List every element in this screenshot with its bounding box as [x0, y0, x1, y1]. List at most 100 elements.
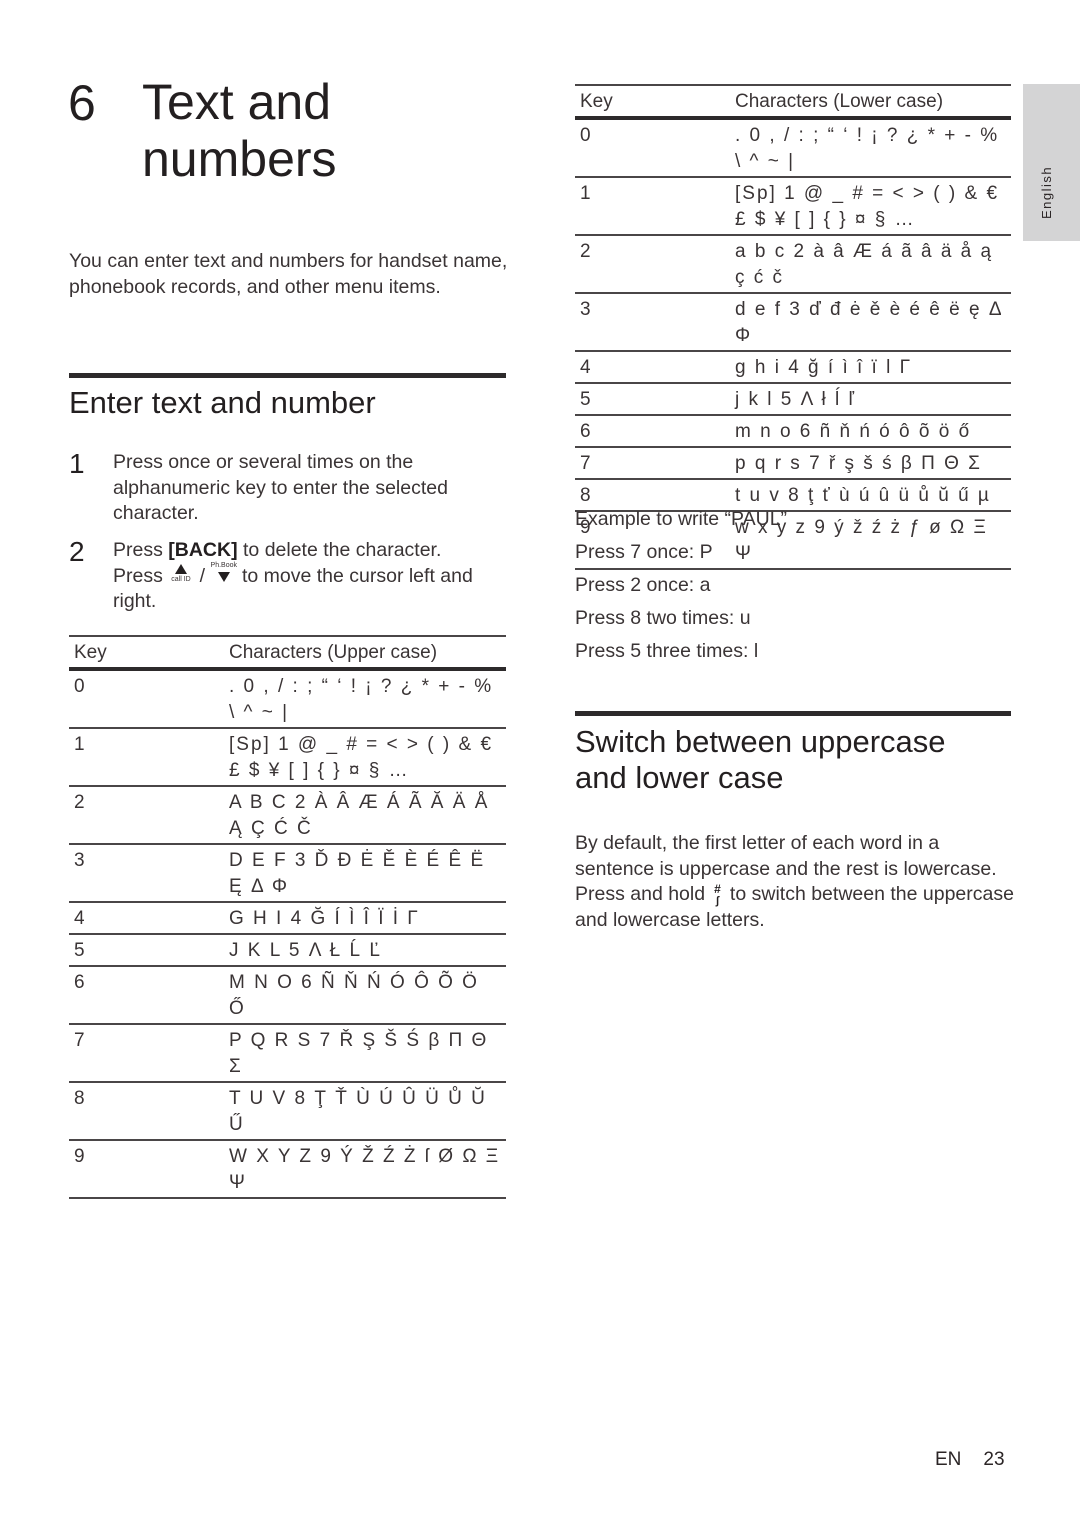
table-row: 0. 0 , / : ; “ ‘ ! ¡ ? ¿ * + - % \ ^ ~ |	[575, 118, 1011, 178]
characters-cell: D E F 3 Ď Đ Ė Ě È É Ê Ë Ę Δ Φ	[224, 844, 506, 903]
table-row: 2A B C 2 À Â Æ Á Ã Ă Ä Å Ą Ç Ć Č	[69, 786, 506, 845]
key-cell: 4	[69, 902, 224, 935]
icon-label: Ph.Book	[210, 561, 237, 569]
up-arrow-call-id-icon: call ID	[168, 563, 194, 584]
section-divider	[575, 711, 1011, 716]
chapter-intro: You can enter text and numbers for hands…	[69, 250, 508, 298]
example-title: Example to write “PAUL”	[575, 508, 788, 530]
step-text-part: to delete the character.	[237, 539, 442, 561]
chapter-title-line-2: numbers	[142, 131, 337, 187]
characters-cell: P Q R S 7 Ř Ş Š Ś β Π Θ Σ	[224, 1024, 506, 1083]
characters-cell: [Sp] 1 @ _ # = < > ( ) & € £ $ ¥ [ ] { }…	[224, 728, 506, 787]
column-header-key: Key	[69, 635, 224, 671]
step-text-part: /	[194, 564, 211, 587]
key-cell: 8	[69, 1082, 224, 1141]
key-cell: 6	[69, 966, 224, 1025]
characters-cell: p q r s 7 ř ş š ś β Π Θ Σ	[730, 447, 1011, 480]
section-title-enter: Enter text and number	[69, 385, 376, 420]
key-cell: 5	[575, 383, 730, 416]
table-row: 7p q r s 7 ř ş š ś β Π Θ Σ	[575, 447, 1011, 480]
chapter-title-line-1: Text and	[142, 74, 332, 130]
table-row: 3D E F 3 Ď Đ Ė Ě È É Ê Ë Ę Δ Φ	[69, 844, 506, 903]
key-cell: 3	[575, 293, 730, 352]
key-cell: 2	[575, 235, 730, 294]
key-cell: 0	[575, 118, 730, 178]
table-row: 3d e f 3 ď đ ė ě è é ê ë ę Δ Φ	[575, 293, 1011, 352]
characters-cell: T U V 8 Ţ Ť Ù Ú Û Ü Ů Ŭ Ű	[224, 1082, 506, 1141]
section-title-line: and lower case	[575, 760, 784, 795]
characters-cell: G H I 4 Ğ Í Ì Î Ï İ Γ	[224, 902, 506, 935]
step-text-part: Press	[113, 564, 169, 587]
lowercase-table: Key Characters (Lower case) 0. 0 , / : ;…	[575, 84, 1011, 570]
key-cell: 1	[69, 728, 224, 787]
key-cell: 1	[575, 177, 730, 236]
column-header-characters: Characters (Upper case)	[224, 635, 506, 671]
characters-cell: J K L 5 Λ Ł Ĺ Ľ	[224, 934, 506, 967]
chapter-title: Text and numbers	[142, 74, 337, 188]
chapter-number: 6	[68, 75, 96, 131]
table-row: 2a b c 2 à â Æ á ã â ä å ą ç ć č	[575, 235, 1011, 294]
back-key-label: [BACK]	[168, 539, 238, 561]
key-cell: 3	[69, 844, 224, 903]
example-line: Press 5 three times: l	[575, 640, 759, 662]
step-text: Press once or several times on the alpha…	[113, 451, 448, 524]
section-divider	[69, 373, 506, 378]
hash-key-icon: # ʃ	[714, 882, 721, 907]
step-1: 1 Press once or several times on the alp…	[69, 450, 509, 527]
step-text-part: Press	[113, 539, 169, 561]
step-2: 2 Press [BACK] to delete the character. …	[69, 538, 509, 615]
characters-cell: . 0 , / : ; “ ‘ ! ¡ ? ¿ * + - % \ ^ ~ |	[224, 669, 506, 729]
characters-cell: A B C 2 À Â Æ Á Ã Ă Ä Å Ą Ç Ć Č	[224, 786, 506, 845]
key-cell: 9	[69, 1140, 224, 1199]
table-row: 9W X Y Z 9 Ý Ž Ź Ż ſ Ø Ω Ξ Ψ	[69, 1140, 506, 1199]
characters-cell: W X Y Z 9 Ý Ž Ź Ż ſ Ø Ω Ξ Ψ	[224, 1140, 506, 1199]
key-cell: 4	[575, 351, 730, 384]
down-arrow-phonebook-icon: Ph.Book	[210, 561, 237, 584]
characters-cell: a b c 2 à â Æ á ã â ä å ą ç ć č	[730, 235, 1011, 294]
step-number: 2	[69, 536, 85, 567]
characters-cell: g h i 4 ğ í ì î ï l Γ	[730, 351, 1011, 384]
table-header-row: Key Characters (Upper case)	[69, 635, 506, 671]
uppercase-table: Key Characters (Upper case) 0. 0 , / : ;…	[69, 635, 506, 1199]
table-header-row: Key Characters (Lower case)	[575, 84, 1011, 120]
footer-language: EN	[935, 1449, 962, 1470]
language-tab: English	[1023, 84, 1080, 241]
page-footer: EN 23	[935, 1449, 1005, 1471]
table-row: 4g h i 4 ğ í ì î ï l Γ	[575, 351, 1011, 384]
characters-cell: . 0 , / : ; “ ‘ ! ¡ ? ¿ * + - % \ ^ ~ |	[730, 118, 1011, 178]
table-row: 5J K L 5 Λ Ł Ĺ Ľ	[69, 934, 506, 967]
characters-cell: [Sp] 1 @ _ # = < > ( ) & € £ $ ¥ [ ] { }…	[730, 177, 1011, 236]
key-cell: 7	[575, 447, 730, 480]
table-row: 7P Q R S 7 Ř Ş Š Ś β Π Θ Σ	[69, 1024, 506, 1083]
example-line: Press 8 two times: u	[575, 607, 751, 629]
table-row: 6m n o 6 ñ ň ń ó ô õ ö ő	[575, 415, 1011, 448]
example-line: Press 2 once: a	[575, 574, 711, 596]
characters-cell: M N O 6 Ñ Ň Ń Ó Ô Õ Ö Ő	[224, 966, 506, 1025]
language-tab-label: English	[1039, 165, 1054, 219]
table-row: 0. 0 , / : ; “ ‘ ! ¡ ? ¿ * + - % \ ^ ~ |	[69, 669, 506, 729]
table-row: 6M N O 6 Ñ Ň Ń Ó Ô Õ Ö Ő	[69, 966, 506, 1025]
column-header-key: Key	[575, 84, 730, 120]
section-title-switch: Switch between uppercase and lower case	[575, 724, 946, 796]
key-cell: 2	[69, 786, 224, 845]
step-text: Press [BACK] to delete the character. Pr…	[113, 538, 509, 615]
column-header-characters: Characters (Lower case)	[730, 84, 1011, 120]
characters-cell: j k l 5 Λ ł ĺ ľ	[730, 383, 1011, 416]
characters-cell: d e f 3 ď đ ė ě è é ê ë ę Δ Φ	[730, 293, 1011, 352]
key-cell: 6	[575, 415, 730, 448]
step-number: 1	[69, 448, 85, 479]
table-row: 8T U V 8 Ţ Ť Ù Ú Û Ü Ů Ŭ Ű	[69, 1082, 506, 1141]
key-cell: 5	[69, 934, 224, 967]
page-number: 23	[983, 1449, 1005, 1470]
table-row: 1 [Sp] 1 @ _ # = < > ( ) & € £ $ ¥ [ ] { …	[69, 728, 506, 787]
table-row: 1 [Sp] 1 @ _ # = < > ( ) & € £ $ ¥ [ ] { …	[575, 177, 1011, 236]
example-line: Press 7 once: P	[575, 541, 713, 563]
characters-cell: m n o 6 ñ ň ń ó ô õ ö ő	[730, 415, 1011, 448]
table-row: 4G H I 4 Ğ Í Ì Î Ï İ Γ	[69, 902, 506, 935]
switch-case-text: By default, the first letter of each wor…	[575, 831, 1015, 933]
section-title-line: Switch between uppercase	[575, 724, 946, 759]
key-cell: 7	[69, 1024, 224, 1083]
hash-glyph: #	[714, 882, 721, 896]
key-cell: 0	[69, 669, 224, 729]
icon-label: call ID	[171, 575, 191, 583]
